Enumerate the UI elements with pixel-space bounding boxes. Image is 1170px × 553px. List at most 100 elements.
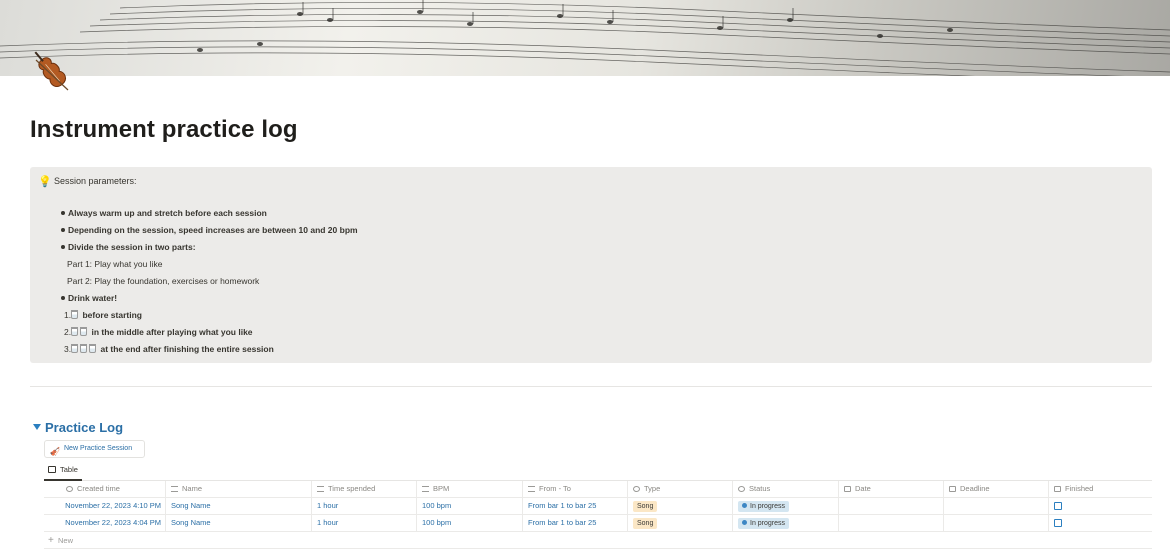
list-number: 3.	[64, 344, 72, 354]
callout-line-divide: Divide the session in two parts:	[68, 242, 196, 252]
calendar-icon	[844, 486, 851, 492]
callout-title: Session parameters:	[54, 176, 137, 186]
cell-type[interactable]: Song	[628, 498, 733, 515]
cell-from-to[interactable]: From bar 1 to bar 25	[523, 515, 628, 532]
column-header-created-time[interactable]: Created time	[61, 481, 166, 498]
cell-finished	[1049, 498, 1152, 515]
water-glass-icon	[89, 344, 97, 353]
sheet-music-cover-art	[0, 0, 1170, 76]
list-icon	[317, 486, 324, 492]
callout-line-part2: Part 2: Play the foundation, exercises o…	[67, 276, 260, 286]
toggle-triangle-icon[interactable]	[33, 424, 41, 430]
numbered-item-3: 3. at the end after finishing the entire…	[64, 344, 274, 354]
numbered-item-2: 2. in the middle after playing what you …	[64, 327, 253, 337]
bullet-dot	[61, 228, 65, 232]
numbered-item-1: 1. before starting	[64, 310, 142, 320]
add-new-row-button[interactable]: + New	[44, 532, 1152, 549]
column-header-date[interactable]: Date	[839, 481, 944, 498]
column-header-type[interactable]: Type	[628, 481, 733, 498]
finished-checkbox[interactable]	[1054, 502, 1062, 510]
column-label: Deadline	[960, 484, 990, 493]
callout-line-part1: Part 1: Play what you like	[67, 259, 163, 269]
finished-checkbox[interactable]	[1054, 519, 1062, 527]
column-header-finished[interactable]: Finished	[1049, 481, 1152, 498]
checkbox-icon	[1054, 486, 1061, 492]
cell-bpm[interactable]: 100 bpm	[417, 515, 523, 532]
divider	[30, 386, 1152, 387]
water-line-3: at the end after finishing the entire se…	[100, 344, 274, 354]
text-icon	[171, 486, 178, 492]
bullet-dot	[61, 211, 65, 215]
water-line-2: in the middle after playing what you lik…	[91, 327, 253, 337]
cell-from-to[interactable]: From bar 1 to bar 25	[523, 498, 628, 515]
status-dot-icon	[742, 520, 747, 525]
status-label: In progress	[750, 520, 786, 527]
practice-log-table: Created time Name Time spended BPM From …	[44, 481, 1152, 549]
list-icon	[422, 486, 429, 492]
column-header-deadline[interactable]: Deadline	[944, 481, 1049, 498]
status-dot-icon	[742, 503, 747, 508]
cover-image	[0, 0, 1170, 76]
cell-status[interactable]: In progress	[733, 498, 839, 515]
lightbulb-icon: 💡	[38, 176, 52, 188]
plus-icon: +	[48, 535, 54, 546]
status-badge: In progress	[738, 501, 790, 512]
column-label: Created time	[77, 484, 120, 493]
cell-bpm[interactable]: 100 bpm	[417, 498, 523, 515]
column-label: From - To	[539, 484, 571, 493]
cell-type[interactable]: Song	[628, 515, 733, 532]
callout-line-warm-up: Always warm up and stretch before each s…	[68, 208, 267, 218]
new-practice-session-label: New Practice Session	[64, 445, 133, 452]
violin-icon: 🎻	[50, 447, 60, 456]
violin-icon[interactable]	[30, 50, 74, 94]
cell-name[interactable]: Song Name	[166, 515, 312, 532]
column-label: Finished	[1065, 484, 1094, 493]
column-header-status[interactable]: Status	[733, 481, 839, 498]
status-badge: In progress	[738, 518, 790, 529]
tab-table-label: Table	[60, 465, 78, 474]
list-icon	[528, 486, 535, 492]
cell-name[interactable]: Song Name	[166, 498, 312, 515]
calendar-icon	[949, 486, 956, 492]
cell-finished	[1049, 515, 1152, 532]
session-parameters-callout: 💡 Session parameters: Always warm up and…	[30, 167, 1152, 363]
column-label: Date	[855, 484, 871, 493]
table-icon	[48, 466, 56, 473]
column-header-name[interactable]: Name	[166, 481, 312, 498]
water-glass-icon	[71, 327, 79, 336]
cell-time-spended[interactable]: 1 hour	[312, 498, 417, 515]
list-number: 2.	[64, 327, 72, 337]
callout-line-speed: Depending on the session, speed increase…	[68, 225, 358, 235]
cell-date[interactable]	[839, 515, 944, 532]
cell-status[interactable]: In progress	[733, 515, 839, 532]
status-label: In progress	[750, 503, 786, 510]
column-label: Status	[749, 484, 771, 493]
cell-created-time: November 22, 2023 4:04 PM	[61, 515, 166, 532]
column-header-from-to[interactable]: From - To	[523, 481, 628, 498]
column-header-time-spended[interactable]: Time spended	[312, 481, 417, 498]
cell-deadline[interactable]	[944, 515, 1049, 532]
column-label: Name	[182, 484, 203, 493]
list-number: 1.	[64, 310, 72, 320]
status-icon	[738, 486, 745, 492]
table-row[interactable]: November 22, 2023 4:04 PM Song Name 1 ho…	[44, 515, 1152, 532]
table-row[interactable]: November 22, 2023 4:10 PM Song Name 1 ho…	[44, 498, 1152, 515]
cell-date[interactable]	[839, 498, 944, 515]
table-header-row: Created time Name Time spended BPM From …	[44, 481, 1152, 498]
new-practice-session-button[interactable]: 🎻 New Practice Session	[44, 440, 145, 458]
database-title[interactable]: Practice Log	[45, 420, 123, 435]
cell-time-spended[interactable]: 1 hour	[312, 515, 417, 532]
select-icon	[633, 486, 640, 492]
cell-deadline[interactable]	[944, 498, 1049, 515]
callout-line-water: Drink water!	[68, 293, 118, 303]
water-glass-icon	[80, 327, 88, 336]
clock-icon	[66, 486, 73, 492]
tab-table[interactable]: Table	[46, 462, 78, 480]
water-glass-icon	[71, 310, 79, 319]
column-header-bpm[interactable]: BPM	[417, 481, 523, 498]
column-label: BPM	[433, 484, 450, 493]
water-line-1: before starting	[82, 310, 142, 320]
type-tag: Song	[633, 501, 658, 512]
page-title: Instrument practice log	[30, 116, 298, 143]
water-glass-icon	[71, 344, 79, 353]
